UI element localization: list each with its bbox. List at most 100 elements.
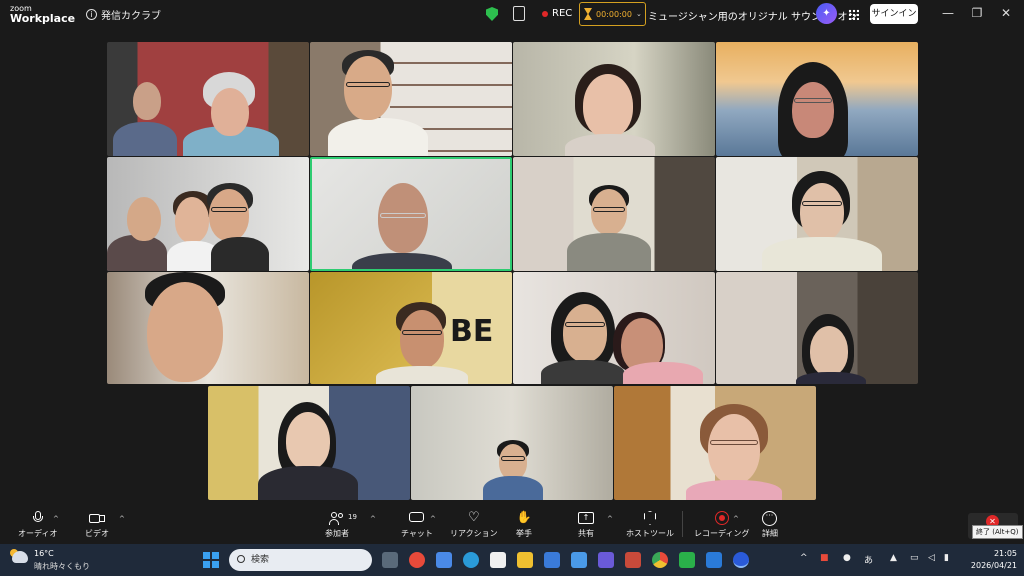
file-explorer-icon[interactable] xyxy=(517,552,533,568)
recording-indicator[interactable]: REC xyxy=(542,8,572,19)
apps-grid-icon[interactable] xyxy=(848,9,859,20)
timer-value: 00:00:00 xyxy=(596,9,632,19)
ime-indicator[interactable]: あ xyxy=(864,553,873,566)
microphone-icon[interactable]: ● xyxy=(843,553,851,563)
chat-options-caret[interactable]: ^ xyxy=(430,515,436,523)
search-placeholder: 検索 xyxy=(251,555,270,565)
tray-app-icon[interactable]: ■ xyxy=(820,553,829,563)
meeting-info-button[interactable]: i 発信カクラブ xyxy=(86,7,161,22)
video-tile-active-speaker[interactable] xyxy=(310,157,512,271)
title-bar: zoom Workplace i 発信カクラブ REC 00:00:00 ⌄ ミ… xyxy=(0,0,1024,30)
hand-icon: ✋ xyxy=(516,510,532,524)
chat-label: チャット xyxy=(401,529,433,538)
minimize-button[interactable]: — xyxy=(938,6,958,20)
share-options-caret[interactable]: ^ xyxy=(607,515,613,523)
recording-button[interactable]: レコーディング xyxy=(694,511,749,539)
mail-icon[interactable] xyxy=(544,552,560,568)
record-icon xyxy=(714,511,730,525)
video-options-caret[interactable]: ^ xyxy=(119,515,125,523)
recording-options-caret[interactable]: ^ xyxy=(733,515,739,523)
video-tile[interactable]: BE xyxy=(310,272,512,384)
line-icon[interactable] xyxy=(679,552,695,568)
meeting-timer[interactable]: 00:00:00 ⌄ xyxy=(579,2,646,26)
video-tile[interactable] xyxy=(310,42,512,156)
audio-options-caret[interactable]: ^ xyxy=(53,515,59,523)
video-tile[interactable] xyxy=(411,386,613,500)
start-icon[interactable] xyxy=(203,552,219,568)
raise-hand-button[interactable]: ✋ 挙手 xyxy=(516,511,532,539)
participants-count: 19 xyxy=(348,513,357,521)
video-tile[interactable] xyxy=(107,42,309,156)
volume-icon[interactable]: ◁ xyxy=(928,553,935,563)
chrome-icon[interactable] xyxy=(652,552,668,568)
restore-button[interactable]: ❐ xyxy=(967,6,987,20)
more-dots-icon: ··· xyxy=(762,511,778,526)
video-tile[interactable] xyxy=(513,272,715,384)
reactions-label: リアクション xyxy=(450,529,498,538)
cloud-icon xyxy=(12,551,28,563)
host-tools-label: ホストツール xyxy=(626,529,674,538)
app-icon[interactable] xyxy=(706,552,722,568)
temperature: 16°C xyxy=(34,549,54,558)
app-icon[interactable] xyxy=(571,552,587,568)
meeting-name: 発信カクラブ xyxy=(101,11,161,22)
ai-companion-icon[interactable]: ✦ xyxy=(816,3,837,24)
rec-label: REC xyxy=(552,8,573,19)
rec-dot-icon xyxy=(542,10,548,17)
clock-date: 2026/04/21 xyxy=(970,561,1017,570)
video-tile[interactable] xyxy=(208,386,410,500)
video-tile[interactable] xyxy=(716,272,918,384)
notes-icon[interactable] xyxy=(513,6,525,21)
zoom-app-icon[interactable] xyxy=(733,552,749,568)
video-tile[interactable] xyxy=(513,42,715,156)
share-screen-icon: ↑ xyxy=(578,511,594,525)
participants-button[interactable]: 参加者 xyxy=(325,511,349,539)
task-view-icon[interactable] xyxy=(382,552,398,568)
meeting-toolbar: オーディオ ^ ビデオ ^ 参加者 19 ^ チャット ^ ♡ リアクション ✋… xyxy=(0,505,1024,544)
audio-button[interactable]: オーディオ xyxy=(18,511,57,539)
battery-icon[interactable]: ▮ xyxy=(944,553,949,563)
monitor-icon[interactable]: ▭ xyxy=(910,553,919,563)
chevron-down-icon: ⌄ xyxy=(635,10,642,18)
video-button[interactable]: ビデオ xyxy=(85,511,109,539)
video-tile[interactable] xyxy=(513,157,715,271)
teams-icon[interactable] xyxy=(598,552,614,568)
close-window-button[interactable]: ✕ xyxy=(996,6,1016,20)
app-icon[interactable] xyxy=(409,552,425,568)
raise-hand-label: 挙手 xyxy=(516,529,532,538)
taskbar-search[interactable]: 検索 xyxy=(229,549,372,571)
microphone-icon xyxy=(30,511,46,525)
video-tile[interactable] xyxy=(716,157,918,271)
hourglass-icon xyxy=(584,8,592,20)
weather-description: 晴れ時々くもり xyxy=(34,562,90,571)
video-camera-icon xyxy=(89,511,105,525)
video-tile[interactable] xyxy=(107,272,309,384)
signin-button[interactable]: サインイン xyxy=(870,4,918,24)
toolbar-divider xyxy=(682,511,683,537)
zoom-logo: zoom Workplace xyxy=(10,4,75,24)
participants-icon xyxy=(329,511,345,525)
participants-options-caret[interactable]: ^ xyxy=(370,515,376,523)
edge-browser-icon[interactable] xyxy=(463,552,479,568)
clock-time: 21:05 xyxy=(993,549,1017,558)
video-tile[interactable] xyxy=(107,157,309,271)
app-icon[interactable] xyxy=(625,552,641,568)
reactions-button[interactable]: ♡ リアクション xyxy=(450,511,498,539)
chevron-up-icon[interactable]: ^ xyxy=(800,553,808,563)
app-icon[interactable] xyxy=(436,552,452,568)
search-icon xyxy=(237,555,245,563)
video-tile[interactable] xyxy=(716,42,918,156)
share-button[interactable]: ↑ 共有 xyxy=(578,511,594,539)
security-shield-icon[interactable] xyxy=(486,7,498,21)
chat-bubble-icon xyxy=(408,511,425,525)
more-button[interactable]: ··· 詳細 xyxy=(762,511,778,539)
video-tile[interactable] xyxy=(614,386,816,500)
host-tools-button[interactable]: ホストツール xyxy=(626,511,674,539)
chat-button[interactable]: チャット xyxy=(401,511,433,539)
video-label: ビデオ xyxy=(85,529,109,538)
adobe-icon[interactable]: ▲ xyxy=(890,553,897,563)
store-icon[interactable] xyxy=(490,552,506,568)
system-clock[interactable]: 21:05 2026/04/21 xyxy=(963,548,1017,572)
share-label: 共有 xyxy=(578,529,594,538)
end-tooltip: 終了 (Alt+Q) xyxy=(972,525,1023,539)
